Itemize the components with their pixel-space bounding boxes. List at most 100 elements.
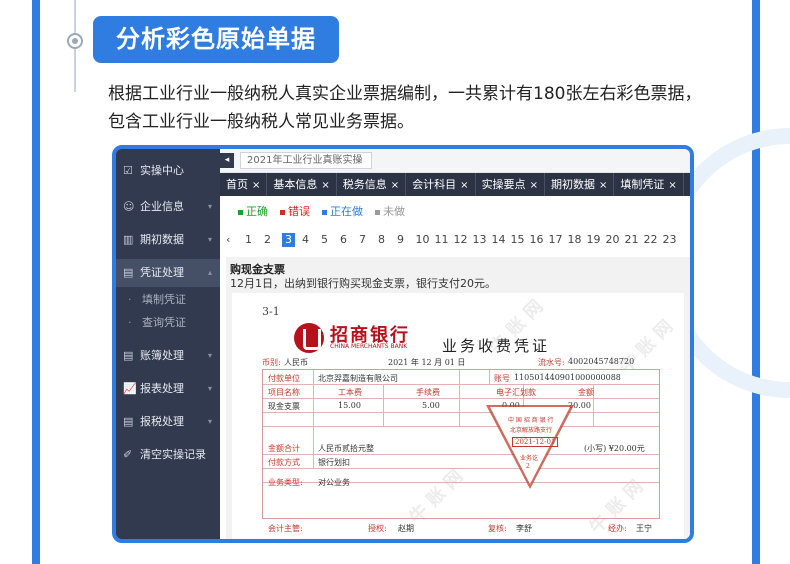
page-17[interactable]: 17 — [548, 233, 563, 247]
chevron-down-icon: ▾ — [207, 384, 212, 393]
account-label: 账号 — [494, 374, 510, 383]
top-bar: ◂ 2021年工业行业真账实操 — [220, 149, 690, 173]
close-icon[interactable]: × — [391, 180, 399, 191]
total-chinese: 人民币贰拾元整 — [318, 444, 374, 453]
sign-auth-label: 授权: — [368, 524, 387, 533]
section-intro: 根据工业行业一般纳税人真实企业票据编制，一共累计有180张左右彩色票据，包含工业… — [108, 84, 702, 132]
flow-label: 流水号: — [538, 358, 565, 367]
page-8[interactable]: 8 — [377, 233, 386, 247]
page-23[interactable]: 23 — [662, 233, 677, 247]
total-number: (小写) ¥20.00元 — [584, 444, 645, 453]
question-description: 12月1日，出纳到银行购买现金支票，银行支付20元。 — [230, 277, 496, 290]
header-amount: 金额 — [578, 388, 594, 397]
sidebar-item-opening[interactable]: ▥ 期初数据 ▾ — [116, 226, 220, 254]
voucher-date: 2021 年 12 月 01 日 — [388, 358, 466, 367]
page-7[interactable]: 7 — [358, 233, 367, 247]
book-icon: ▤ — [123, 349, 134, 362]
close-icon[interactable]: × — [252, 180, 260, 191]
sidebar-subitem-fill[interactable]: 填制凭证 — [116, 289, 220, 311]
currency-label: 币别: — [262, 358, 281, 367]
page-22[interactable]: 22 — [643, 233, 658, 247]
page-4[interactable]: 4 — [301, 233, 310, 247]
main-panel: ◂ 2021年工业行业真账实操 首页 × 基本信息 × 税务信息 × 会计科目 × 实操… — [220, 149, 690, 539]
flow-number: 4002045748720 — [568, 357, 635, 366]
broom-icon: ✐ — [123, 448, 133, 461]
prev-page-icon[interactable]: ‹ — [226, 233, 230, 247]
business-type: 对公业务 — [318, 478, 350, 487]
total-label: 金额合计 — [268, 444, 300, 453]
page-21[interactable]: 21 — [624, 233, 639, 247]
sidebar-item-voucher[interactable]: ▤ 凭证处理 ▴ — [116, 259, 220, 287]
page-20[interactable]: 20 — [605, 233, 620, 247]
chevron-down-icon: ▾ — [207, 235, 212, 244]
stamp-branch: 北京解放路支行 — [510, 427, 553, 434]
header-transfer: 电子汇划款 — [496, 388, 536, 397]
page-3[interactable]: 3 — [282, 233, 295, 247]
page-15[interactable]: 15 — [510, 233, 525, 247]
bank-name-en: CHINA MERCHANTS BANK — [330, 343, 408, 350]
sidebar: ☑实操中心 ☺企业信息▾ ▥期初数据▾ ▤凭证处理▴ 填制凭证 查询凭证 ▤账簿… — [116, 149, 220, 539]
legend-not-done: 未做 — [375, 203, 405, 219]
close-icon[interactable]: × — [460, 180, 468, 191]
close-icon[interactable]: × — [599, 180, 607, 191]
page-13[interactable]: 13 — [472, 233, 487, 247]
page-18[interactable]: 18 — [567, 233, 582, 247]
sidebar-item-books[interactable]: ▤ 账簿处理 ▾ — [116, 342, 220, 370]
tab-key-points[interactable]: 实操要点 × — [476, 173, 545, 196]
screenshot-frame: ☑实操中心 ☺企业信息▾ ▥期初数据▾ ▤凭证处理▴ 填制凭证 查询凭证 ▤账簿… — [112, 145, 694, 543]
page-2[interactable]: 2 — [263, 233, 272, 247]
payment-label: 付款方式 — [268, 458, 300, 467]
tab-opening-data[interactable]: 期初数据 × — [545, 173, 615, 196]
payment-method: 银行划扣 — [318, 458, 350, 467]
menu-toggle-icon[interactable]: ◂ — [220, 153, 234, 168]
sidebar-item-practice[interactable]: ☑ 实操中心 — [116, 157, 220, 185]
close-icon[interactable]: × — [321, 180, 329, 191]
header-cost: 工本费 — [338, 388, 362, 397]
page-16[interactable]: 16 — [529, 233, 544, 247]
page-11[interactable]: 11 — [434, 233, 449, 247]
page-12[interactable]: 12 — [453, 233, 468, 247]
page-9[interactable]: 9 — [396, 233, 405, 247]
breadcrumb[interactable]: 2021年工业行业真账实操 — [240, 152, 372, 169]
timeline-dot — [67, 33, 83, 49]
page-19[interactable]: 19 — [586, 233, 601, 247]
close-icon[interactable]: × — [530, 180, 538, 191]
tab-accounts[interactable]: 会计科目 × — [406, 173, 476, 196]
sidebar-item-tax[interactable]: ▤ 报税处理 ▾ — [116, 408, 220, 436]
page-6[interactable]: 6 — [339, 233, 348, 247]
sign-handler: 王宁 — [636, 524, 652, 533]
tab-home[interactable]: 首页 × — [220, 173, 268, 196]
payer-label: 付款单位 — [268, 374, 300, 383]
sign-review: 李舒 — [516, 524, 532, 533]
page-10[interactable]: 10 — [415, 233, 430, 247]
row-item: 现金支票 — [268, 402, 300, 411]
chevron-down-icon: ▾ — [207, 202, 212, 211]
pagination: ‹ 1 2 3 4 5 6 7 8 9 10 11 12 13 14 15 16 17 18 19 20 21 22 23 — [220, 229, 690, 251]
sign-chief: 会计主管: — [268, 524, 303, 533]
sidebar-item-company[interactable]: ☺ 企业信息 ▾ — [116, 193, 220, 221]
tax-icon: ▤ — [123, 415, 134, 428]
row-cost: 15.00 — [338, 401, 361, 410]
legend-in-progress: 正在做 — [322, 203, 363, 219]
sign-auth: 赵期 — [398, 524, 414, 533]
chevron-up-icon: ▴ — [207, 268, 212, 277]
tab-fill-voucher[interactable]: 填制凭证 × — [614, 173, 684, 196]
close-icon[interactable]: × — [668, 180, 676, 191]
sidebar-subitem-query[interactable]: 查询凭证 — [116, 312, 220, 334]
tab-basic-info[interactable]: 基本信息 × — [267, 173, 337, 196]
sidebar-item-reports[interactable]: 📈 报表处理 ▾ — [116, 375, 220, 403]
sign-handler-label: 经办: — [608, 524, 627, 533]
page-5[interactable]: 5 — [320, 233, 329, 247]
question-box: 购现金支票 12月1日，出纳到银行购买现金支票，银行支付20元。 牛 账 网 牛… — [226, 257, 690, 539]
page-14[interactable]: 14 — [491, 233, 506, 247]
line-chart-icon: 📈 — [123, 382, 137, 395]
row-fee: 5.00 — [422, 401, 440, 410]
currency-value: 人民币 — [284, 358, 308, 367]
chevron-down-icon: ▾ — [207, 417, 212, 426]
page-1[interactable]: 1 — [244, 233, 253, 247]
stamp-status: 业务讫 — [520, 455, 539, 462]
type-label: 业务类型: — [268, 478, 303, 487]
tab-tax-info[interactable]: 税务信息 × — [337, 173, 407, 196]
header-fee: 手续费 — [416, 388, 440, 397]
sidebar-item-clear[interactable]: ✐ 清空实操记录 — [116, 441, 220, 469]
